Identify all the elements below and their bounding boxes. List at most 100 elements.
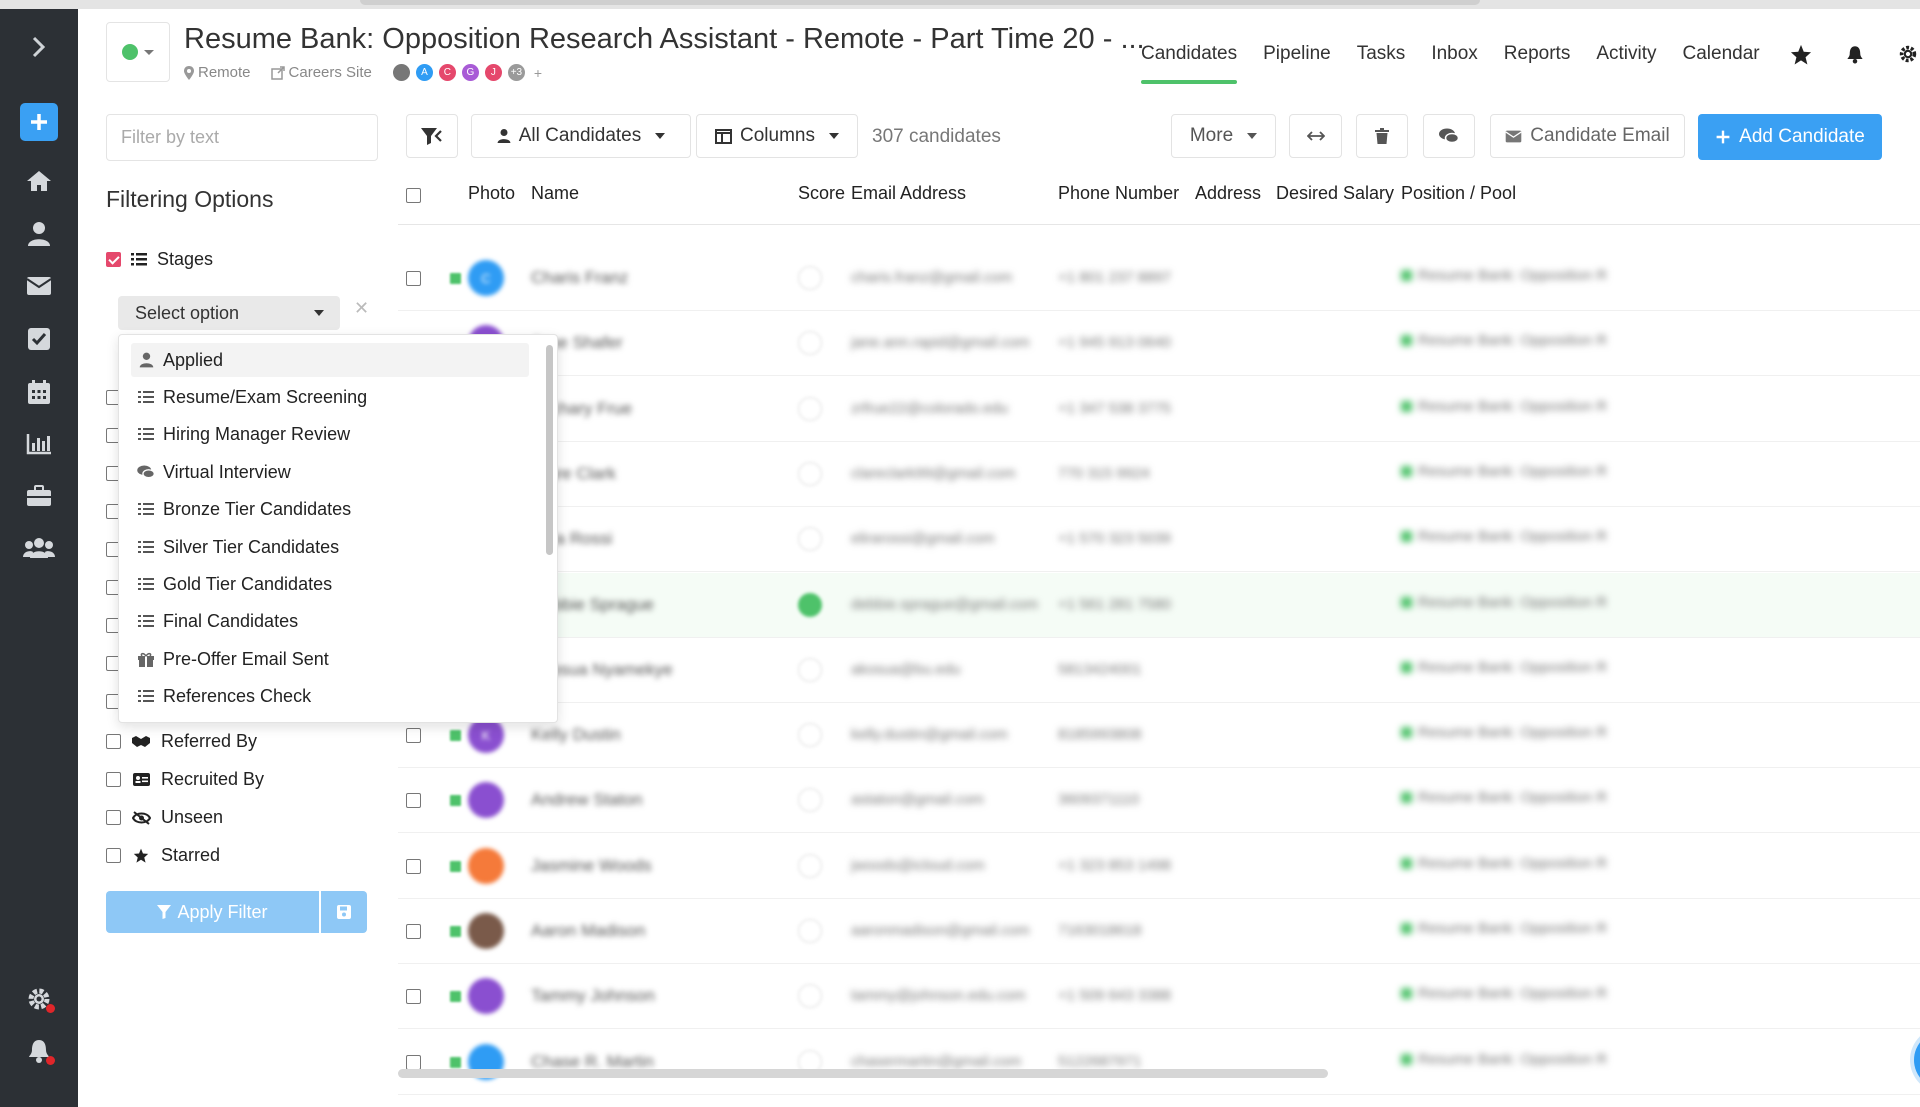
candidate-name[interactable]: Tammy Johnson [531,986,655,1006]
dropdown-scrollbar[interactable] [546,345,553,555]
notification-bell-icon[interactable] [1846,44,1864,65]
candidate-email-button[interactable]: Candidate Email [1490,114,1685,158]
table-row[interactable]: C Charis Franz charis.franz@gmail.com +1 80… [398,246,1920,311]
filter-checkbox[interactable] [106,734,121,749]
column-header-email-address[interactable]: Email Address [851,183,966,204]
avatar[interactable]: C [468,260,504,296]
filter-checkbox[interactable] [106,810,121,825]
column-header-score[interactable]: Score [798,183,845,204]
candidate-view-select[interactable]: All Candidates [471,114,691,158]
candidate-name[interactable]: Andrew Staton [531,790,643,810]
tab-pipeline[interactable]: Pipeline [1263,29,1331,79]
quick-add-button[interactable] [20,103,58,141]
careers-site-link[interactable]: Careers Site [270,64,372,81]
tab-tasks[interactable]: Tasks [1357,29,1406,79]
tab-activity[interactable]: Activity [1596,29,1656,79]
stage-option[interactable]: Gold Tier Candidates [131,567,529,601]
stage-option[interactable]: Pre-Offer Email Sent [131,642,529,676]
table-row[interactable]: Jane Shafer jane.ann.rapid@gmail.com +1 94… [398,311,1920,377]
tasks-icon[interactable] [0,314,78,364]
row-checkbox[interactable] [406,728,421,744]
more-button[interactable]: More [1171,114,1276,158]
team-avatar[interactable] [391,63,411,82]
stages-filter[interactable]: Stages [106,249,213,270]
starred-icon[interactable] [1790,44,1812,65]
resize-columns-button[interactable] [1289,114,1342,158]
stage-option[interactable]: Bronze Tier Candidates [131,493,529,527]
stage-option[interactable]: Final Candidates [131,605,529,639]
avatar[interactable] [468,978,504,1015]
stage-option[interactable]: Resume/Exam Screening [131,380,529,414]
add-candidate-button[interactable]: Add Candidate [1698,114,1882,160]
filter-checkbox[interactable] [106,848,121,863]
team-avatar[interactable]: +3 [506,63,526,82]
row-checkbox[interactable] [406,924,421,939]
row-checkbox[interactable] [406,1054,421,1070]
filter-option-starred[interactable]: Starred [106,845,220,866]
filter-text-input[interactable] [106,114,378,161]
notifications-bell-icon[interactable] [0,1026,78,1076]
table-row[interactable]: Akosua Nyamekye akosua@bu.edu 5813424001 Re… [398,638,1920,703]
filter-option-referred-by[interactable]: Referred By [106,731,257,752]
add-team-member-button[interactable]: + [534,65,542,81]
column-header-phone-number[interactable]: Phone Number [1058,183,1179,204]
team-icon[interactable] [0,523,78,573]
filter-checkbox[interactable] [106,772,121,787]
table-row[interactable]: Chase R. Martin chasermartin@gmail.com 512… [398,1030,1920,1095]
table-row[interactable]: Tammy Johnson tammy@johnson.edu.com +1 509… [398,964,1920,1030]
jobs-briefcase-icon[interactable] [0,471,78,521]
table-row[interactable]: Aaron Madison aaronmadison@gmail.com 71630… [398,899,1920,964]
toggle-filters-button[interactable] [406,114,458,158]
column-header-address[interactable]: Address [1195,183,1261,204]
job-status-dropdown[interactable] [106,22,170,82]
team-avatar[interactable]: G [460,63,480,82]
column-header-photo[interactable]: Photo [468,183,515,204]
filter-option-unseen[interactable]: Unseen [106,807,223,828]
candidate-name[interactable]: Kelly Dustin [531,725,621,745]
candidate-name[interactable]: Jasmine Woods [531,856,652,876]
avatar[interactable] [468,847,504,884]
delete-button[interactable] [1356,114,1408,158]
row-checkbox[interactable] [406,793,421,809]
columns-button[interactable]: Columns [696,114,858,158]
clear-select-icon[interactable]: ✕ [354,298,369,319]
tab-reports[interactable]: Reports [1504,29,1571,79]
column-header-desired-salary[interactable]: Desired Salary [1276,183,1394,204]
expand-sidebar-icon[interactable] [0,22,78,72]
horizontal-scrollbar[interactable] [398,1069,1328,1078]
table-row[interactable]: Zachary Frue zrfrue22@colorado.edu +1 347 … [398,377,1920,442]
stage-option[interactable]: Silver Tier Candidates [131,530,529,564]
row-checkbox[interactable] [406,858,421,874]
stage-select[interactable]: Select option [118,296,340,330]
candidate-name[interactable]: Charis Franz [531,268,628,288]
table-row[interactable]: Clare Clark clareclark99@gmail.com 770 315… [398,442,1920,507]
team-avatar[interactable]: C [437,63,457,82]
table-row[interactable]: Jasmine Woods jwoods@icloud.com +1 323 853… [398,834,1920,899]
message-button[interactable] [1423,114,1475,158]
home-icon[interactable] [0,156,78,206]
team-avatars[interactable]: A C G J +3 [391,63,530,82]
table-row[interactable]: Andrew Staton astaton@gmail.com 3609371110… [398,768,1920,834]
reports-icon[interactable] [0,419,78,469]
avatar[interactable] [468,782,504,819]
location-link[interactable]: Remote [184,64,251,81]
team-avatar[interactable]: J [483,63,503,82]
mail-icon[interactable] [0,261,78,311]
table-row[interactable]: Debbie Sprague debbie.sprague@gmail.com +1… [398,572,1920,638]
column-header-name[interactable]: Name [531,183,579,204]
candidate-name[interactable]: Aaron Madison [531,921,645,941]
filter-option-recruited-by[interactable]: Recruited By [106,769,264,790]
save-filter-button[interactable] [321,891,367,933]
select-all-checkbox[interactable] [406,188,421,203]
stage-option[interactable]: References Check [131,680,529,714]
tab-inbox[interactable]: Inbox [1431,29,1477,79]
avatar[interactable] [468,913,504,949]
table-row[interactable]: Elira Rossi elirarossi@gmail.com +1 570 32… [398,507,1920,573]
stage-option[interactable]: Applied [131,343,529,377]
gear-icon[interactable] [1898,44,1918,64]
column-header-position-pool[interactable]: Position / Pool [1401,183,1516,204]
calendar-icon[interactable] [0,367,78,417]
tab-calendar[interactable]: Calendar [1683,29,1760,79]
table-row[interactable]: K Kelly Dustin kelly.dustin@gmail.com 81859… [398,703,1920,769]
stages-checkbox[interactable] [106,252,121,267]
